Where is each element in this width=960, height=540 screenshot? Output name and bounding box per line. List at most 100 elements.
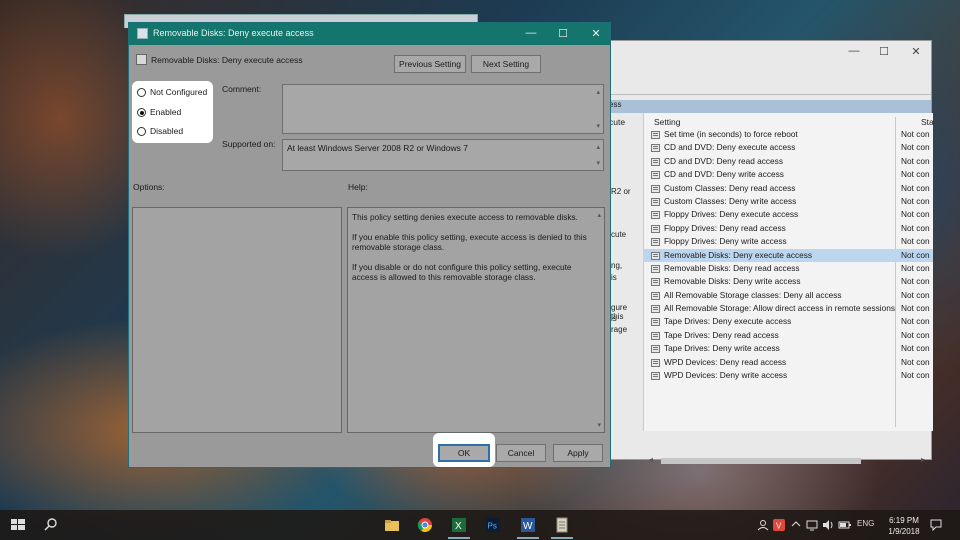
bg-titlebar: — ☐ ✕	[609, 41, 931, 65]
minimize-icon[interactable]: —	[839, 45, 869, 57]
scrollbar-thumb[interactable]	[661, 458, 861, 464]
setting-name: Tape Drives: Deny execute access	[664, 316, 792, 327]
scroll-down-icon[interactable]: ▾	[596, 122, 600, 130]
setting-state: Not con	[901, 343, 930, 354]
battery-icon[interactable]	[838, 519, 852, 533]
setting-name: Set time (in seconds) to force reboot	[664, 129, 798, 139]
setting-name: Removable Disks: Deny write access	[664, 276, 801, 287]
help-panel: This policy setting denies execute acces…	[347, 207, 605, 433]
setting-row[interactable]: Floppy Drives: Deny read access Not con	[643, 222, 933, 235]
dialog-titlebar: Removable Disks: Deny execute access — ☐…	[129, 23, 610, 45]
windows-start-icon[interactable]	[10, 517, 26, 533]
scroll-up-icon[interactable]: ▴	[596, 143, 600, 151]
svg-text:X: X	[455, 521, 462, 532]
setting-row[interactable]: Floppy Drives: Deny write access Not con	[643, 235, 933, 248]
scroll-left-icon[interactable]: ◂	[649, 455, 653, 464]
setting-row[interactable]: Removable Disks: Deny read access Not con	[643, 262, 933, 275]
setting-row[interactable]: All Removable Storage: Allow direct acce…	[643, 302, 933, 315]
bg-path-band: ess	[609, 100, 931, 113]
word-icon[interactable]: W	[517, 517, 539, 539]
setting-name: All Removable Storage classes: Deny all …	[664, 289, 842, 300]
settings-list: Set time (in seconds) to force reboot Not…	[643, 128, 933, 382]
setting-row[interactable]: Tape Drives: Deny read access Not con	[643, 329, 933, 342]
column-header-setting[interactable]: Setting	[654, 117, 680, 127]
setting-row[interactable]: Removable Disks: Deny execute access Not …	[643, 248, 933, 262]
apply-button[interactable]: Apply	[553, 444, 603, 462]
chrome-icon[interactable]	[417, 517, 433, 533]
help-paragraph: If you enable this policy setting, execu…	[352, 232, 587, 252]
clock-time: 6:19 PM	[889, 516, 919, 525]
clock[interactable]: 6:19 PM 1/9/2018	[880, 515, 928, 537]
setting-row[interactable]: All Removable Storage classes: Deny all …	[643, 289, 933, 302]
svg-text:W: W	[523, 521, 533, 532]
excel-icon[interactable]: X	[448, 517, 470, 539]
setting-state: Not con	[901, 370, 930, 381]
radio-button[interactable]	[137, 127, 146, 136]
supported-on-field: At least Windows Server 2008 R2 or Windo…	[282, 139, 604, 171]
volume-icon[interactable]	[822, 519, 834, 533]
previous-setting-button[interactable]: Previous Setting	[394, 55, 466, 73]
maximize-icon[interactable]: ☐	[553, 27, 573, 40]
setting-state: Not con	[901, 155, 930, 166]
setting-row[interactable]: Set time (in seconds) to force reboot Not…	[643, 128, 933, 141]
file-explorer-icon[interactable]	[384, 517, 400, 533]
scroll-down-icon[interactable]: ▾	[596, 159, 600, 167]
supported-on-value: At least Windows Server 2008 R2 or Windo…	[287, 143, 468, 153]
setting-name: Removable Disks: Deny execute access	[664, 249, 813, 260]
left-fragment: is	[611, 273, 617, 282]
help-label: Help:	[348, 182, 368, 192]
action-center-icon[interactable]	[930, 519, 942, 533]
setting-row[interactable]: CD and DVD: Deny read access Not con	[643, 155, 933, 168]
column-header-state[interactable]: Sta	[921, 117, 934, 127]
cancel-button[interactable]: Cancel	[496, 444, 546, 462]
setting-state: Not con	[901, 329, 930, 340]
close-icon[interactable]: ✕	[901, 45, 931, 58]
scroll-up-icon[interactable]: ▴	[596, 88, 600, 96]
setting-row[interactable]: Tape Drives: Deny execute access Not con	[643, 315, 933, 328]
setting-state: Not con	[901, 289, 930, 300]
supported-on-label: Supported on:	[222, 139, 276, 149]
setting-row[interactable]: Removable Disks: Deny write access Not co…	[643, 275, 933, 288]
policy-setting-icon	[651, 157, 660, 166]
scroll-up-icon[interactable]: ▴	[597, 211, 601, 219]
setting-row[interactable]: Custom Classes: Deny read access Not con	[643, 182, 933, 195]
maximize-icon[interactable]: ☐	[869, 45, 899, 58]
horizontal-scrollbar[interactable]: ◂ ▸	[649, 455, 925, 465]
policy-setting-icon	[651, 345, 660, 354]
next-setting-button[interactable]: Next Setting	[471, 55, 541, 73]
setting-name: Removable Disks: Deny read access	[664, 262, 800, 273]
policy-setting-dialog: Removable Disks: Deny execute access — ☐…	[128, 22, 611, 468]
comment-textarea[interactable]: ▴ ▾	[282, 84, 604, 134]
scroll-down-icon[interactable]: ▾	[597, 421, 601, 429]
policy-editor-icon[interactable]	[551, 517, 573, 539]
vivaldi-icon[interactable]: V	[773, 519, 785, 533]
minimize-icon[interactable]: —	[521, 27, 541, 39]
radio-button[interactable]	[137, 88, 146, 97]
group-policy-editor-window: — ☐ ✕ ess cute R2 or cute ng, is gure th…	[608, 40, 934, 464]
setting-row[interactable]: CD and DVD: Deny execute access Not con	[643, 141, 933, 154]
setting-row[interactable]: Floppy Drives: Deny execute access Not co…	[643, 208, 933, 221]
setting-row[interactable]: Custom Classes: Deny write access Not con	[643, 195, 933, 208]
ok-button[interactable]: OK	[438, 444, 490, 462]
setting-row[interactable]: WPD Devices: Deny read access Not con	[643, 356, 933, 369]
setting-state: Not con	[901, 142, 930, 153]
scroll-right-icon[interactable]: ▸	[921, 455, 925, 464]
setting-row[interactable]: Tape Drives: Deny write access Not con	[643, 342, 933, 355]
search-icon[interactable]	[43, 517, 59, 533]
setting-name: Tape Drives: Deny read access	[664, 329, 779, 340]
policy-setting-icon	[651, 251, 660, 260]
language-indicator[interactable]: ENG	[857, 519, 874, 528]
hidden-icons-chevron-icon[interactable]	[791, 519, 801, 531]
radio-button-selected[interactable]	[137, 108, 146, 117]
people-icon[interactable]	[757, 519, 769, 533]
setting-state: Not con	[901, 129, 930, 139]
policy-setting-icon	[651, 211, 660, 220]
photoshop-icon[interactable]: Ps	[485, 517, 501, 533]
setting-name: Custom Classes: Deny read access	[664, 182, 796, 193]
setting-row[interactable]: CD and DVD: Deny write access Not con	[643, 168, 933, 181]
options-panel	[132, 207, 342, 433]
setting-state: Not con	[901, 222, 930, 233]
network-icon[interactable]	[806, 519, 818, 533]
close-icon[interactable]: ✕	[586, 27, 606, 40]
setting-row[interactable]: WPD Devices: Deny write access Not con	[643, 369, 933, 382]
